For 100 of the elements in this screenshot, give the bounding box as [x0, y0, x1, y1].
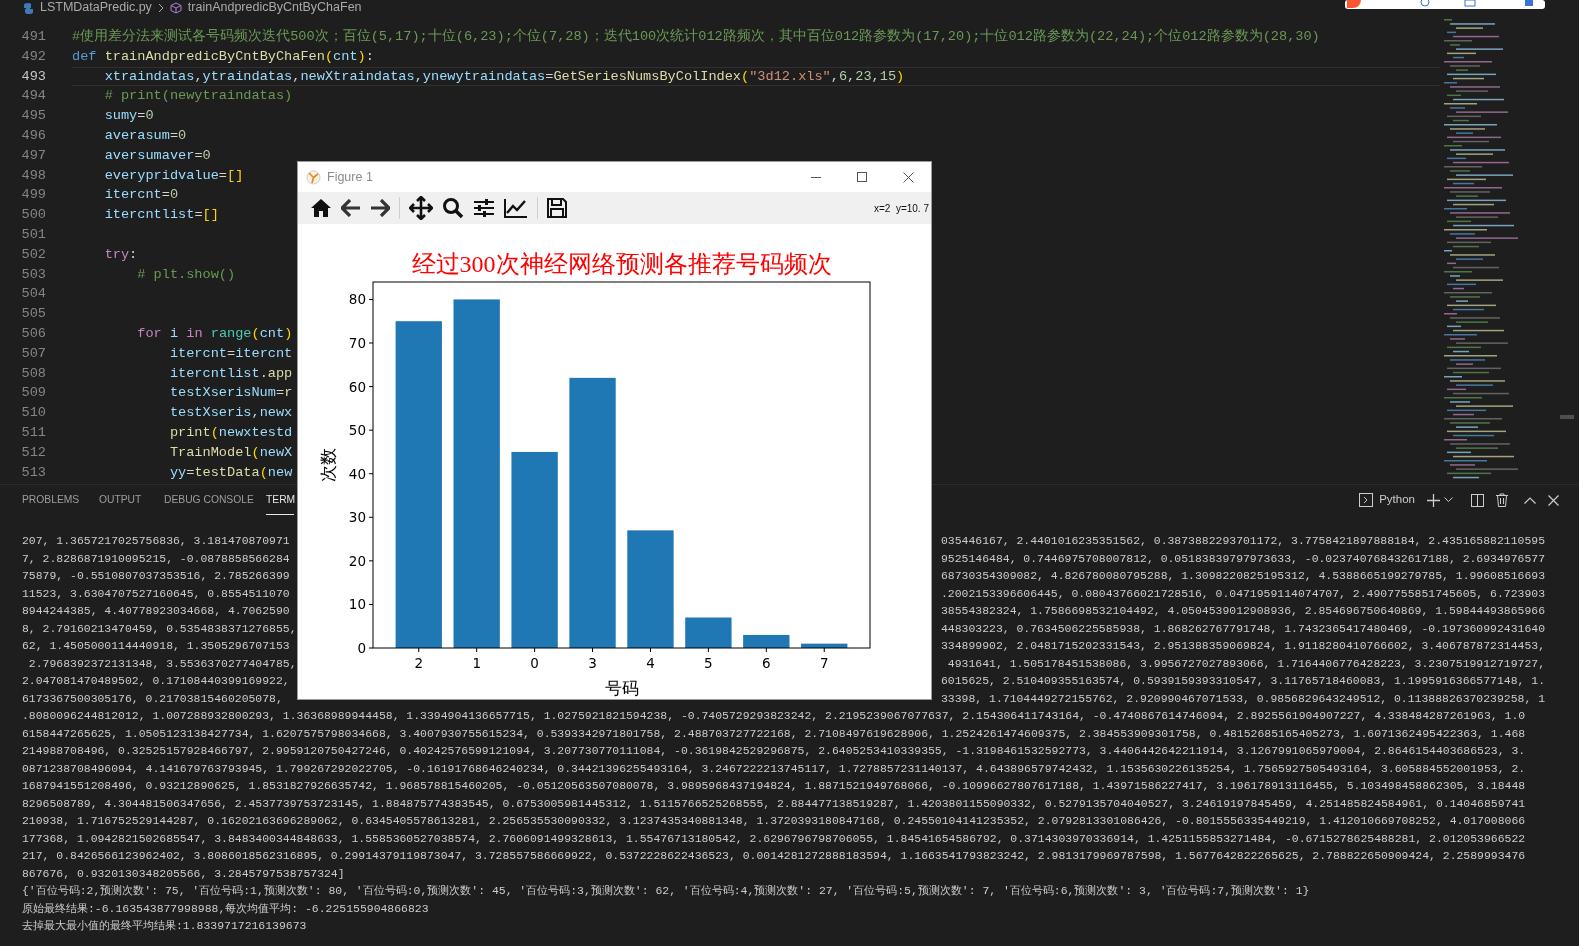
tick-mark	[707, 647, 709, 653]
terminal-icon[interactable]	[1359, 493, 1374, 507]
tick-label: 50	[348, 422, 366, 439]
tick-mark	[368, 473, 374, 475]
code-line: testXseris,newx	[168, 404, 293, 423]
code-line: # print(newytraindatas)	[103, 87, 293, 106]
chevron-up-icon[interactable]	[1524, 496, 1536, 504]
trash-icon[interactable]	[1496, 493, 1508, 507]
line-number: 513	[21, 463, 46, 482]
code-line: itercnt=itercnt	[168, 344, 293, 363]
breadcrumb-item[interactable]: LSTMDataPredic.py	[40, 0, 152, 15]
code-line: xtraindatas,ytraindatas,newXtraindatas,ynewytraindatas=GetSeriesNumsByColIndex("3d12.xls",6,23,15)	[103, 67, 905, 86]
tick-label: 70	[348, 335, 366, 351]
window-title: Figure 1	[327, 168, 373, 186]
tick-mark	[649, 647, 651, 653]
terminal-text: 62, 1.4505000114440918, 1.3505296707153	[22, 638, 290, 654]
maximize-icon	[857, 172, 867, 182]
tick-mark	[476, 647, 478, 653]
code-line: sumy=0	[103, 107, 154, 126]
scrollbar-thumb[interactable]	[1560, 415, 1574, 419]
line-number: 507	[21, 344, 46, 363]
floating-toolbar[interactable]	[1345, 0, 1545, 9]
terminal-line: 1687941551208496, 0.93212890625, 1.8531827926635742, 1.968578815460205, -0.05120563507080078, 3.9895968437194824, 1.8871521949768066, -0.10996627807617188, 1.43971586227417, 3.196178913116455, 5.103498458862305, 3.18448	[22, 778, 1526, 794]
terminal-text: 38554382324, 1.7586698532104492, 4.0504539012908936, 2.854696750640869, 1.59844493865966	[941, 603, 1545, 619]
line-number: 499	[21, 186, 46, 205]
terminal-text: 8, 2.79160213470459, 0.5354838371276855,	[22, 620, 297, 637]
terminal-text: 448303223, 0.7634506225585938, 1.868262767791748, 1.7432365417480469, -0.197360992431640	[941, 620, 1545, 637]
line-number: 494	[21, 87, 46, 106]
code-line: TrainModel(newX	[168, 443, 293, 462]
zoom-icon[interactable]	[442, 197, 464, 219]
app-icon	[306, 169, 321, 185]
tick-mark	[368, 386, 374, 388]
minimize-icon	[811, 176, 821, 178]
close-icon[interactable]	[1548, 494, 1559, 506]
line-number: 493	[21, 67, 46, 86]
axis-title: 号码	[604, 679, 639, 698]
move-icon[interactable]	[409, 196, 433, 220]
tick-mark	[368, 429, 374, 431]
line-number: 501	[21, 225, 46, 244]
terminal-line: 0871238708496094, 4.141679763793945, 1.799267292022705, -0.16191768646240234, 0.34421396255493164, 3.2467222213745117, 1.7278857231140137, 4.643896579742432, 1.1535630226135254, 1.7565927505493164, 3.605884552001953, 2.	[22, 760, 1526, 777]
home-icon[interactable]	[310, 198, 332, 218]
panel-tab[interactable]: PROBLEMS	[22, 485, 99, 515]
terminal-text: 11523, 3.6304707527160645, 0.8554511070	[22, 585, 290, 602]
add-icon[interactable]	[1427, 493, 1440, 507]
panel-tab[interactable]: DEBUG CONSOLE	[164, 485, 266, 515]
chart-title: 经过300次神经网络预测各推荐号码频次	[411, 251, 832, 277]
save-icon[interactable]	[547, 198, 567, 218]
tick-mark	[534, 647, 536, 653]
line-number: 497	[21, 146, 46, 165]
chevron-down-icon[interactable]	[1444, 497, 1453, 503]
code-line: everypridvalue=[]	[103, 166, 244, 185]
back-arrow-icon[interactable]	[341, 199, 361, 217]
tick-label: 10	[348, 596, 366, 613]
code-line: itercnt=0	[103, 186, 179, 205]
terminal-text: 334899902, 2.0481715202331543, 2.951388359069824, 1.9118280410766602, 3.406787872314453,	[941, 638, 1545, 654]
tick-label: 80	[348, 291, 366, 308]
terminal-line: 去掉最大最小值的最终平均结果:1.8339717216139673	[22, 918, 307, 934]
tick-label: 60	[348, 378, 366, 395]
code-line: itercntlist.app	[168, 364, 293, 383]
code-line: def trainAndpredicByCntByChaFen(cnt):	[72, 47, 374, 66]
terminal-text: 8944244385, 4.40778923034668, 4.7062590	[22, 603, 290, 619]
panel-tab[interactable]: OUTPUT	[99, 485, 164, 515]
terminal-text: 035446167, 2.4401016235351562, 0.3873882293701172, 3.7758421897888184, 2.435165882110595	[941, 533, 1545, 549]
terminal-text: 6015625, 2.510409355163574, 0.5939159393310547, 3.11765718460083, 1.1995916366577148, 1.	[941, 673, 1545, 689]
line-number: 512	[21, 443, 46, 462]
tick-label: 1	[472, 655, 481, 671]
terminal-text: 9525146484, 0.7446975708007812, 0.05183839797973633, -0.023740768432617188, 2.6934976577	[941, 550, 1545, 567]
split-icon[interactable]	[1471, 493, 1484, 507]
tick-mark	[368, 560, 374, 562]
python-file-icon[interactable]	[22, 1, 34, 14]
terminal-text: 2.047081470489502, 0.17108440399169922,	[22, 673, 290, 689]
bar	[801, 643, 848, 648]
code-line: try:	[103, 245, 138, 264]
terminal-text: 2.7968392372131348, 3.5536370277404785,	[27, 655, 297, 672]
tick-label: 2	[414, 655, 424, 671]
tick-mark	[368, 647, 374, 649]
line-number: 500	[21, 206, 46, 225]
cube-icon[interactable]	[169, 1, 182, 14]
tick-label: 5	[704, 655, 713, 671]
terminal-name[interactable]: Python	[1379, 491, 1415, 509]
tick-mark	[368, 342, 374, 344]
line-number: 506	[21, 324, 46, 343]
chart-line-icon[interactable]	[504, 198, 528, 218]
tick-label: 0	[357, 640, 366, 656]
line-number: 491	[21, 28, 46, 46]
terminal-line: 867676, 0.9320130348205566, 3.2845797538757324]	[22, 865, 345, 882]
panel-tab[interactable]: TERM	[266, 485, 294, 515]
line-number: 509	[21, 384, 46, 403]
terminal-line: 177368, 1.0942821502685547, 3.8483400344848633, 1.5585360527038574, 2.7606091499328613, 1.55476713180542, 2.6296796798706055, 1.84541654586792, 0.3714303970336914, 1.4251155853271484, -0.6715278625488281, 2.012053966522	[22, 830, 1526, 847]
sliders-icon[interactable]	[473, 198, 495, 218]
code-line: itercntlist=[]	[103, 206, 219, 225]
tick-mark	[823, 647, 825, 653]
tick-mark	[368, 298, 374, 300]
tick-label: 20	[348, 552, 366, 569]
breadcrumb-item[interactable]: trainAndpredicByCntByChaFen	[187, 0, 362, 15]
terminal-text: 33398, 1.7104449272155762, 2.920990467071533, 0.9856829643249512, 0.11388826370239258, 1	[941, 690, 1545, 707]
terminal-text: 68730354309082, 4.826780080795288, 1.3098220825195312, 4.5388665199279785, 1.99608516693	[941, 568, 1545, 584]
forward-arrow-icon[interactable]	[370, 199, 390, 217]
terminal-text: 4931641, 1.505178451538086, 3.9956727027893066, 1.7164406776428223, 3.2307519912719727,	[947, 655, 1545, 672]
code-line: #使用差分法来测试各号码频次迭代500次；百位(5,17);十位(6,23);个位(7,28)；迭代100次统计012路频次，其中百位012路参数为(17,20);十位012路参数为(22,24);个位012路参数为(28,30)	[72, 27, 1320, 46]
